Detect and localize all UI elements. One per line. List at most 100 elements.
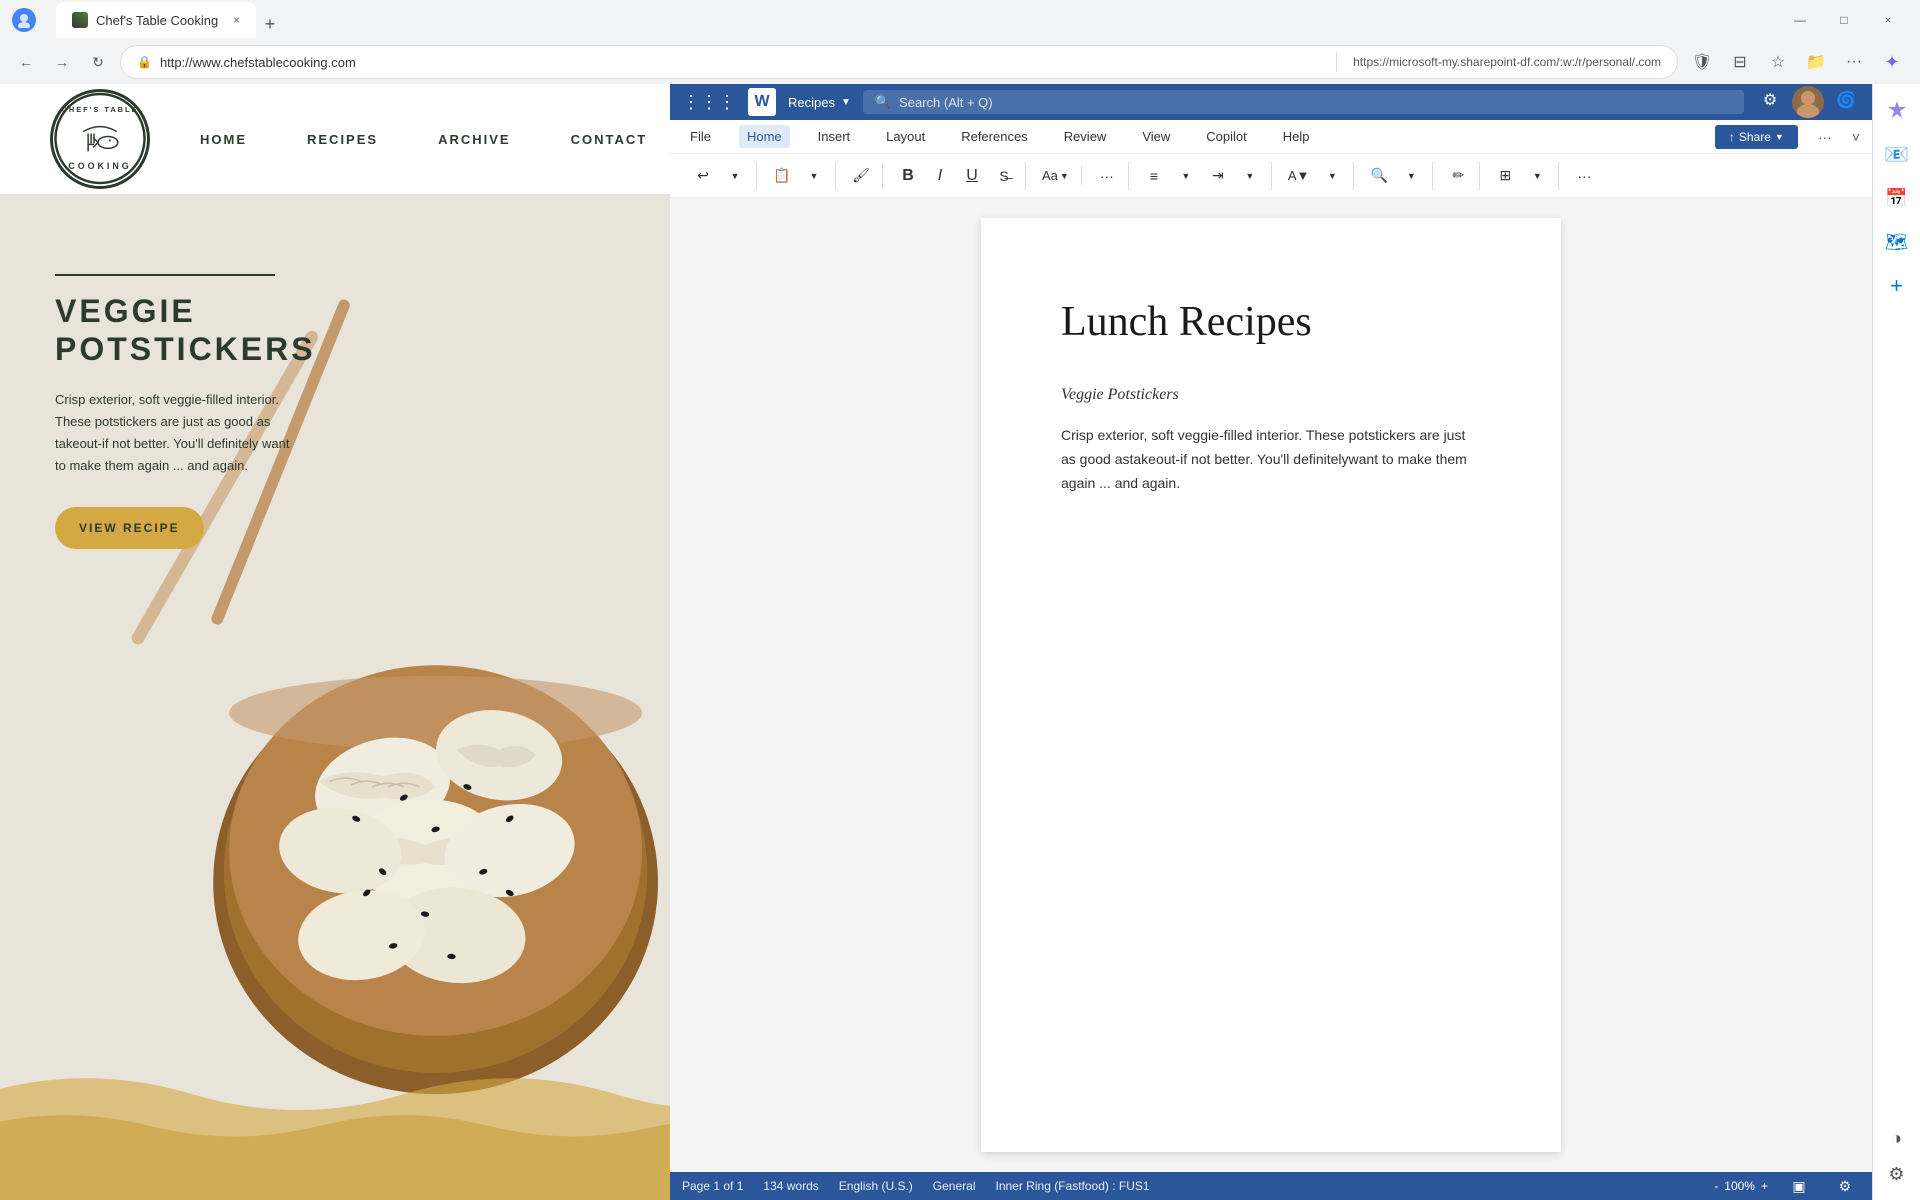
site-hero: VEGGIEPOTSTICKERS Crisp exterior, soft v… (0, 194, 670, 1200)
menu-layout[interactable]: Layout (878, 125, 933, 148)
word-doc-name: Recipes ▼ (788, 95, 851, 110)
hero-divider (55, 274, 275, 276)
page-status: Page 1 of 1 (682, 1179, 743, 1193)
zoom-out-btn[interactable]: - (1714, 1179, 1718, 1193)
profile-icon[interactable] (12, 8, 36, 32)
browser-chrome: Chef's Table Cooking × + — □ × ← → ↻ 🔒 h… (0, 0, 1920, 84)
bullet-dropdown[interactable]: ▼ (1171, 162, 1201, 190)
nav-archive[interactable]: ARCHIVE (438, 132, 511, 147)
edge-icon[interactable]: 🌀 (1832, 86, 1860, 114)
word-logo: W (748, 88, 776, 116)
view-layout-btn[interactable]: ▣ (1784, 1172, 1814, 1200)
indent-btn[interactable]: ⇥ (1203, 162, 1233, 190)
format-painter-group: 🖌 (840, 162, 883, 190)
nav-contact[interactable]: CONTACT (571, 132, 648, 147)
svg-text:COOKING: COOKING (68, 161, 131, 171)
copilot-sidebar-icon[interactable] (1879, 92, 1915, 128)
find-dropdown[interactable]: ▼ (1396, 162, 1426, 190)
menu-insert[interactable]: Insert (810, 125, 859, 148)
tabs-bar: Chef's Table Cooking × + (44, 2, 1772, 38)
view-recipe-btn[interactable]: VIEW RECIPE (55, 507, 204, 549)
highlight-dropdown2[interactable]: ▼ (1317, 162, 1347, 190)
menu-view[interactable]: View (1134, 125, 1178, 148)
new-tab-btn[interactable]: + (256, 10, 284, 38)
word-toolbar: ↩ ▼ 📋 ▼ 🖌 B I U S̶ Aa ▼ ··· (670, 154, 1872, 198)
word-count: 134 words (763, 1179, 818, 1193)
copilot-btn[interactable]: ✦ (1876, 46, 1908, 78)
outlook-sidebar-icon[interactable]: 📧 (1879, 136, 1915, 172)
site-logo: CHEF'S TABLE COOKING (40, 89, 160, 189)
url-box[interactable]: 🔒 http://www.chefstablecooking.com https… (120, 45, 1678, 79)
word-profile[interactable] (1792, 86, 1824, 118)
tab-title: Chef's Table Cooking (96, 13, 218, 28)
find-btn[interactable]: 🔍 (1364, 162, 1394, 190)
nav-home[interactable]: HOME (200, 132, 247, 147)
menu-review[interactable]: Review (1056, 125, 1115, 148)
settings-sidebar-btn[interactable]: ⚙ (1879, 1156, 1915, 1192)
minimize-btn[interactable]: — (1780, 4, 1820, 36)
secondary-url: https://microsoft-my.sharepoint-df.com/:… (1353, 55, 1661, 69)
zoom-in-btn[interactable]: + (1761, 1179, 1768, 1193)
close-btn[interactable]: × (1868, 4, 1908, 36)
tab-close-btn[interactable]: × (233, 13, 240, 27)
table-btn[interactable]: ⊞ (1490, 162, 1520, 190)
italic-btn[interactable]: I (925, 162, 955, 190)
favorites-btn[interactable]: ☆ (1762, 46, 1794, 78)
settings-status-btn[interactable]: ⚙ (1830, 1172, 1860, 1200)
undo-dropdown[interactable]: ▼ (720, 162, 750, 190)
search-group: 🔍 ▼ (1358, 162, 1433, 190)
status-right: - 100% + ▣ ⚙ (1714, 1172, 1860, 1200)
menu-references[interactable]: References (953, 125, 1035, 148)
word-menu-more[interactable]: ··· (1818, 129, 1832, 145)
word-ribbon-top: ⋮⋮⋮ W Recipes ▼ 🔍 Search (Alt + Q) ⚙ 🌀 (670, 84, 1872, 120)
extensions-btn[interactable]: 🛡 (1686, 46, 1718, 78)
share-btn[interactable]: ↑ Share ▼ (1715, 125, 1798, 149)
designer-btn[interactable]: ✏ (1443, 162, 1473, 190)
doc-title: Lunch Recipes (1061, 298, 1481, 346)
calendar-sidebar-icon[interactable]: 📅 (1879, 180, 1915, 216)
table-group: ⊞ ▼ (1484, 162, 1559, 190)
maximize-btn[interactable]: □ (1824, 4, 1864, 36)
refresh-btn[interactable]: ↻ (84, 48, 112, 76)
menu-home[interactable]: Home (739, 125, 790, 148)
right-sidebar: 📧 📅 🗺 + ◑ ⚙ (1872, 84, 1920, 1200)
menu-help[interactable]: Help (1275, 125, 1318, 148)
indent-dropdown[interactable]: ▼ (1235, 162, 1265, 190)
nav-recipes[interactable]: RECIPES (307, 132, 378, 147)
settings-btn[interactable]: ⚙ (1756, 86, 1784, 114)
menu-copilot[interactable]: Copilot (1198, 125, 1254, 148)
font-dropdown[interactable]: Aa ▼ (1036, 166, 1075, 185)
highlight-dropdown[interactable]: A▼ (1282, 166, 1316, 185)
more-toolbar-btn[interactable]: ··· (1569, 162, 1599, 190)
active-tab[interactable]: Chef's Table Cooking × (56, 2, 256, 38)
font-group: Aa ▼ (1030, 166, 1082, 185)
bullet-list-btn[interactable]: ≡ (1139, 162, 1169, 190)
paste-btn[interactable]: 📋 (767, 162, 797, 190)
back-btn[interactable]: ← (12, 48, 40, 76)
table-dropdown[interactable]: ▼ (1522, 162, 1552, 190)
format-painter-btn[interactable]: 🖌 (846, 162, 876, 190)
designer-group: ✏ (1437, 162, 1480, 190)
word-grid-btn[interactable]: ⋮⋮⋮ (682, 92, 736, 113)
word-actions: ⚙ 🌀 (1756, 86, 1860, 118)
word-expand-btn[interactable]: ˅ (1852, 129, 1860, 145)
address-bar: ← → ↻ 🔒 http://www.chefstablecooking.com… (0, 40, 1920, 84)
collections-btn[interactable]: 📁 (1800, 46, 1832, 78)
paste-dropdown[interactable]: ▼ (799, 162, 829, 190)
dark-mode-btn[interactable]: ◑ (1879, 1120, 1915, 1156)
more-options-btn[interactable]: ··· (1092, 162, 1122, 190)
bold-btn[interactable]: B (893, 162, 923, 190)
strikethrough-btn[interactable]: S̶ (989, 162, 1019, 190)
forward-btn[interactable]: → (48, 48, 76, 76)
add-sidebar-btn[interactable]: + (1879, 268, 1915, 304)
zoom-control: - 100% + (1714, 1179, 1768, 1193)
undo-group: ↩ ▼ (682, 162, 757, 190)
menu-file[interactable]: File (682, 125, 719, 148)
split-btn[interactable]: ⊟ (1724, 46, 1756, 78)
word-doc-area[interactable]: Lunch Recipes Veggie Potstickers Crisp e… (670, 198, 1872, 1172)
undo-btn[interactable]: ↩ (688, 162, 718, 190)
underline-btn[interactable]: U (957, 162, 987, 190)
map-sidebar-icon[interactable]: 🗺 (1879, 224, 1915, 260)
word-search[interactable]: 🔍 Search (Alt + Q) (863, 90, 1744, 114)
more-btn[interactable]: ··· (1838, 46, 1870, 78)
